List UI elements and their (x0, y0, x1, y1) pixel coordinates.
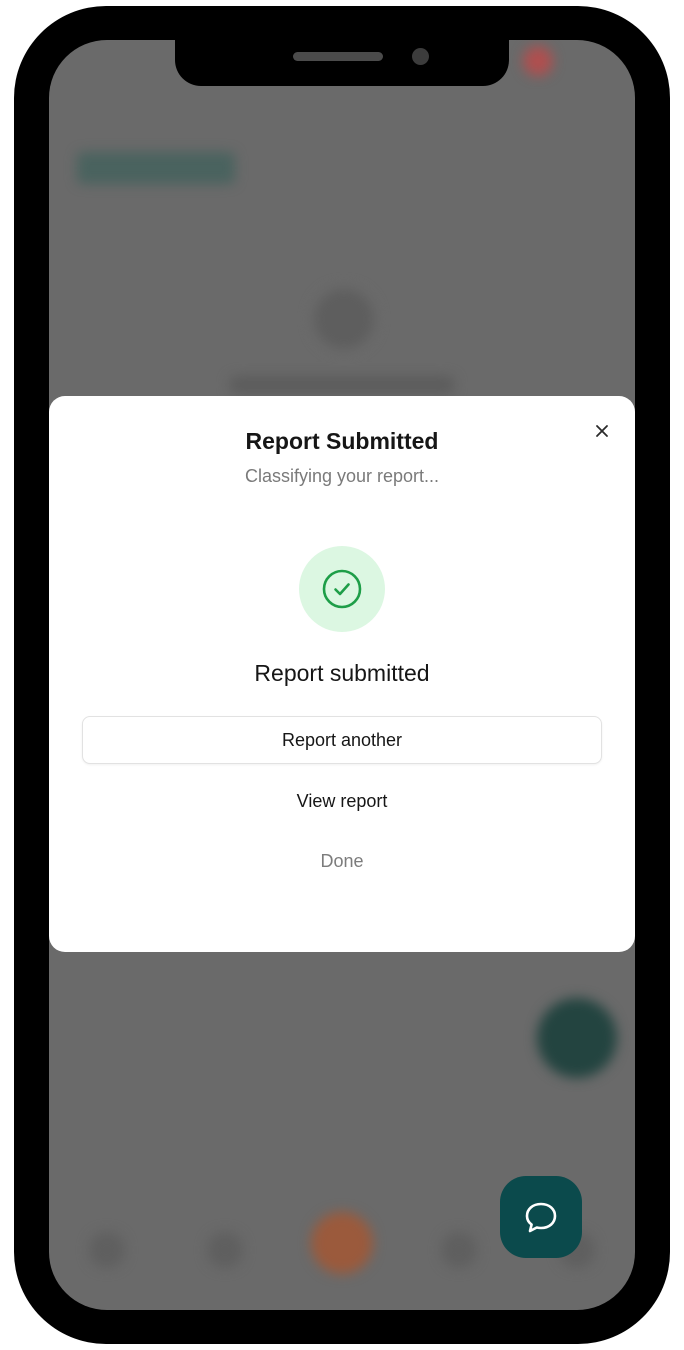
status-heading: Report submitted (254, 660, 430, 686)
background-nav-item (89, 1232, 125, 1268)
front-camera (412, 48, 429, 65)
report-another-button[interactable]: Report another (82, 716, 602, 764)
background-notification-badge (523, 46, 553, 76)
check-circle-icon (322, 569, 362, 609)
phone-notch (175, 38, 509, 86)
modal-subtitle: Classifying your report... (244, 466, 440, 486)
background-page-title (77, 152, 235, 184)
background-nav-item (441, 1232, 477, 1268)
done-button[interactable]: Done (82, 841, 602, 881)
background-empty-state-text (229, 376, 455, 394)
success-badge (299, 546, 385, 632)
modal-title: Report Submitted (245, 428, 439, 454)
chat-bubble-icon (525, 1202, 557, 1233)
view-report-button[interactable]: View report (82, 781, 602, 821)
background-add-button (537, 998, 617, 1078)
background-nav-center-button (311, 1212, 373, 1274)
background-nav-item (207, 1232, 243, 1268)
background-empty-state-icon (311, 286, 377, 352)
speaker-grille (293, 52, 383, 61)
report-submitted-modal: Report Submitted Classifying your report… (49, 396, 635, 952)
chat-button[interactable] (500, 1176, 582, 1258)
